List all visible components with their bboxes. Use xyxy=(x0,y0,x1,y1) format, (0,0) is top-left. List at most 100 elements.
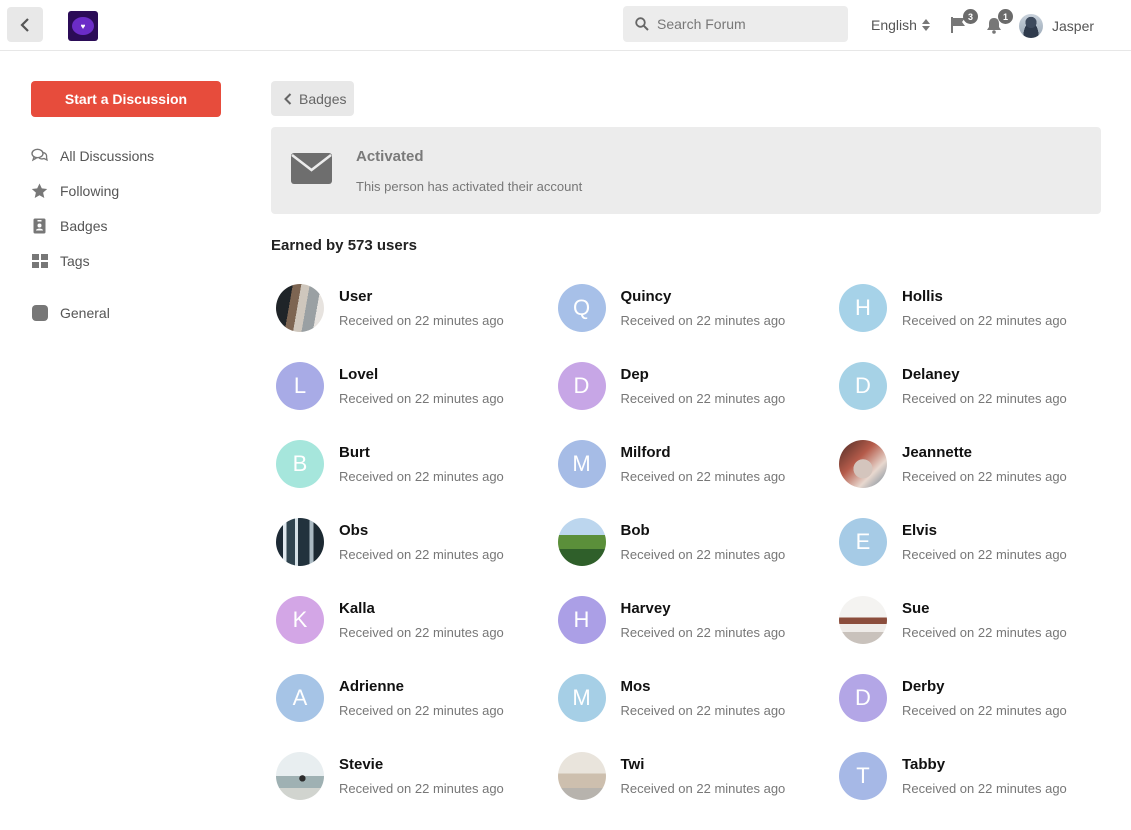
user-name[interactable]: Bob xyxy=(621,522,786,539)
user-info: Obs Received on 22 minutes ago xyxy=(339,518,504,562)
user-list-item[interactable]: L Lovel Received on 22 minutes ago xyxy=(276,362,558,440)
user-name[interactable]: Kalla xyxy=(339,600,504,617)
search-input[interactable] xyxy=(657,16,837,32)
user-name[interactable]: Lovel xyxy=(339,366,504,383)
sidebar-item-all-discussions[interactable]: All Discussions xyxy=(31,138,221,173)
sidebar-item-badges[interactable]: Badges xyxy=(31,208,221,243)
user-info: Twi Received on 22 minutes ago xyxy=(621,752,786,796)
received-time: Received on 22 minutes ago xyxy=(339,313,504,328)
flags-button[interactable]: 3 xyxy=(950,9,978,36)
user-info: Tabby Received on 22 minutes ago xyxy=(902,752,1067,796)
user-name[interactable]: Elvis xyxy=(902,522,1067,539)
user-list-item[interactable]: D Dep Received on 22 minutes ago xyxy=(557,362,840,440)
received-time: Received on 22 minutes ago xyxy=(902,625,1067,640)
user-list-item[interactable]: Q Quincy Received on 22 minutes ago xyxy=(557,284,840,362)
user-list-item[interactable]: M Milford Received on 22 minutes ago xyxy=(557,440,840,518)
user-name[interactable]: Harvey xyxy=(621,600,786,617)
notifications-button[interactable]: 1 xyxy=(985,9,1013,36)
user-list-item[interactable]: B Burt Received on 22 minutes ago xyxy=(276,440,558,518)
user-list-item[interactable]: Jeannette Received on 22 minutes ago xyxy=(839,440,1121,518)
received-time: Received on 22 minutes ago xyxy=(339,547,504,562)
user-info: Elvis Received on 22 minutes ago xyxy=(902,518,1067,562)
user-list-item[interactable]: T Tabby Received on 22 minutes ago xyxy=(839,752,1121,830)
user-avatar[interactable]: D xyxy=(557,362,606,410)
sidebar-item-following[interactable]: Following xyxy=(31,173,221,208)
user-name[interactable]: Mos xyxy=(621,678,786,695)
sort-icon xyxy=(921,19,930,31)
sidebar-item-tags[interactable]: Tags xyxy=(31,243,221,278)
language-selector[interactable]: English xyxy=(871,17,930,33)
user-list-item[interactable]: Obs Received on 22 minutes ago xyxy=(276,518,558,596)
user-list-item[interactable]: K Kalla Received on 22 minutes ago xyxy=(276,596,558,674)
user-name[interactable]: Milford xyxy=(621,444,786,461)
user-avatar[interactable] xyxy=(557,518,606,566)
user-list-item[interactable]: Sue Received on 22 minutes ago xyxy=(839,596,1121,674)
user-avatar[interactable]: T xyxy=(839,752,887,800)
user-list-item[interactable]: D Delaney Received on 22 minutes ago xyxy=(839,362,1121,440)
user-list-item[interactable]: Bob Received on 22 minutes ago xyxy=(557,518,840,596)
sidebar-item-label: All Discussions xyxy=(60,147,155,164)
user-name[interactable]: Hollis xyxy=(902,288,1067,305)
user-avatar[interactable]: H xyxy=(839,284,887,332)
search-box[interactable] xyxy=(623,6,848,42)
user-avatar[interactable] xyxy=(276,752,324,800)
user-list-item[interactable]: Stevie Received on 22 minutes ago xyxy=(276,752,558,830)
user-avatar[interactable]: Q xyxy=(557,284,606,332)
user-name[interactable]: Derby xyxy=(902,678,1067,695)
user-info: Jeannette Received on 22 minutes ago xyxy=(902,440,1067,484)
user-name[interactable]: Dep xyxy=(621,366,786,383)
user-avatar[interactable] xyxy=(557,752,606,800)
user-name[interactable]: User xyxy=(339,288,504,305)
user-list-item[interactable]: H Harvey Received on 22 minutes ago xyxy=(557,596,840,674)
user-avatar[interactable]: A xyxy=(276,674,324,722)
notifications-count-badge: 1 xyxy=(998,9,1013,24)
user-avatar[interactable]: M xyxy=(557,440,606,488)
received-time: Received on 22 minutes ago xyxy=(339,469,504,484)
sidebar-item-label: Badges xyxy=(60,217,108,234)
user-avatar[interactable]: K xyxy=(276,596,324,644)
user-list-item[interactable]: User Received on 22 minutes ago xyxy=(276,284,558,362)
user-list-item[interactable]: Twi Received on 22 minutes ago xyxy=(557,752,840,830)
user-avatar[interactable]: E xyxy=(839,518,887,566)
sidebar-separator xyxy=(31,278,221,295)
start-discussion-button[interactable]: Start a Discussion xyxy=(31,81,221,117)
user-avatar[interactable]: B xyxy=(276,440,324,488)
breadcrumb-badges-button[interactable]: Badges xyxy=(271,81,354,116)
user-info: Stevie Received on 22 minutes ago xyxy=(339,752,504,796)
user-avatar[interactable] xyxy=(276,518,324,566)
breadcrumb-label: Badges xyxy=(299,90,347,107)
user-avatar[interactable]: H xyxy=(557,596,606,644)
user-list-item[interactable]: D Derby Received on 22 minutes ago xyxy=(839,674,1121,752)
user-name[interactable]: Obs xyxy=(339,522,504,539)
user-avatar[interactable] xyxy=(276,284,324,332)
user-name[interactable]: Adrienne xyxy=(339,678,504,695)
user-avatar[interactable] xyxy=(839,596,887,644)
user-list-item[interactable]: M Mos Received on 22 minutes ago xyxy=(557,674,840,752)
user-menu[interactable]: Jasper xyxy=(1019,14,1094,38)
forum-logo[interactable]: ♥ xyxy=(68,11,98,41)
search-icon xyxy=(635,17,649,31)
user-name[interactable]: Twi xyxy=(621,756,786,773)
user-name[interactable]: Sue xyxy=(902,600,1067,617)
user-list-item[interactable]: E Elvis Received on 22 minutes ago xyxy=(839,518,1121,596)
language-label: English xyxy=(871,17,917,33)
user-name[interactable]: Jeannette xyxy=(902,444,1067,461)
user-name[interactable]: Stevie xyxy=(339,756,504,773)
back-button[interactable] xyxy=(7,7,43,42)
user-name[interactable]: Delaney xyxy=(902,366,1067,383)
user-list-item[interactable]: A Adrienne Received on 22 minutes ago xyxy=(276,674,558,752)
user-info: Quincy Received on 22 minutes ago xyxy=(621,284,786,328)
user-grid: User Received on 22 minutes ago Q Quincy Rec… xyxy=(276,284,1116,830)
user-name[interactable]: Burt xyxy=(339,444,504,461)
sidebar-item-general[interactable]: General xyxy=(31,295,221,330)
user-name[interactable]: Quincy xyxy=(621,288,786,305)
user-info: Kalla Received on 22 minutes ago xyxy=(339,596,504,640)
user-name[interactable]: Tabby xyxy=(902,756,1067,773)
tag-square-icon xyxy=(31,304,48,321)
user-avatar[interactable]: L xyxy=(276,362,324,410)
user-avatar[interactable] xyxy=(839,440,887,488)
user-avatar[interactable]: D xyxy=(839,674,887,722)
user-avatar[interactable]: M xyxy=(557,674,606,722)
user-avatar[interactable]: D xyxy=(839,362,887,410)
user-list-item[interactable]: H Hollis Received on 22 minutes ago xyxy=(839,284,1121,362)
